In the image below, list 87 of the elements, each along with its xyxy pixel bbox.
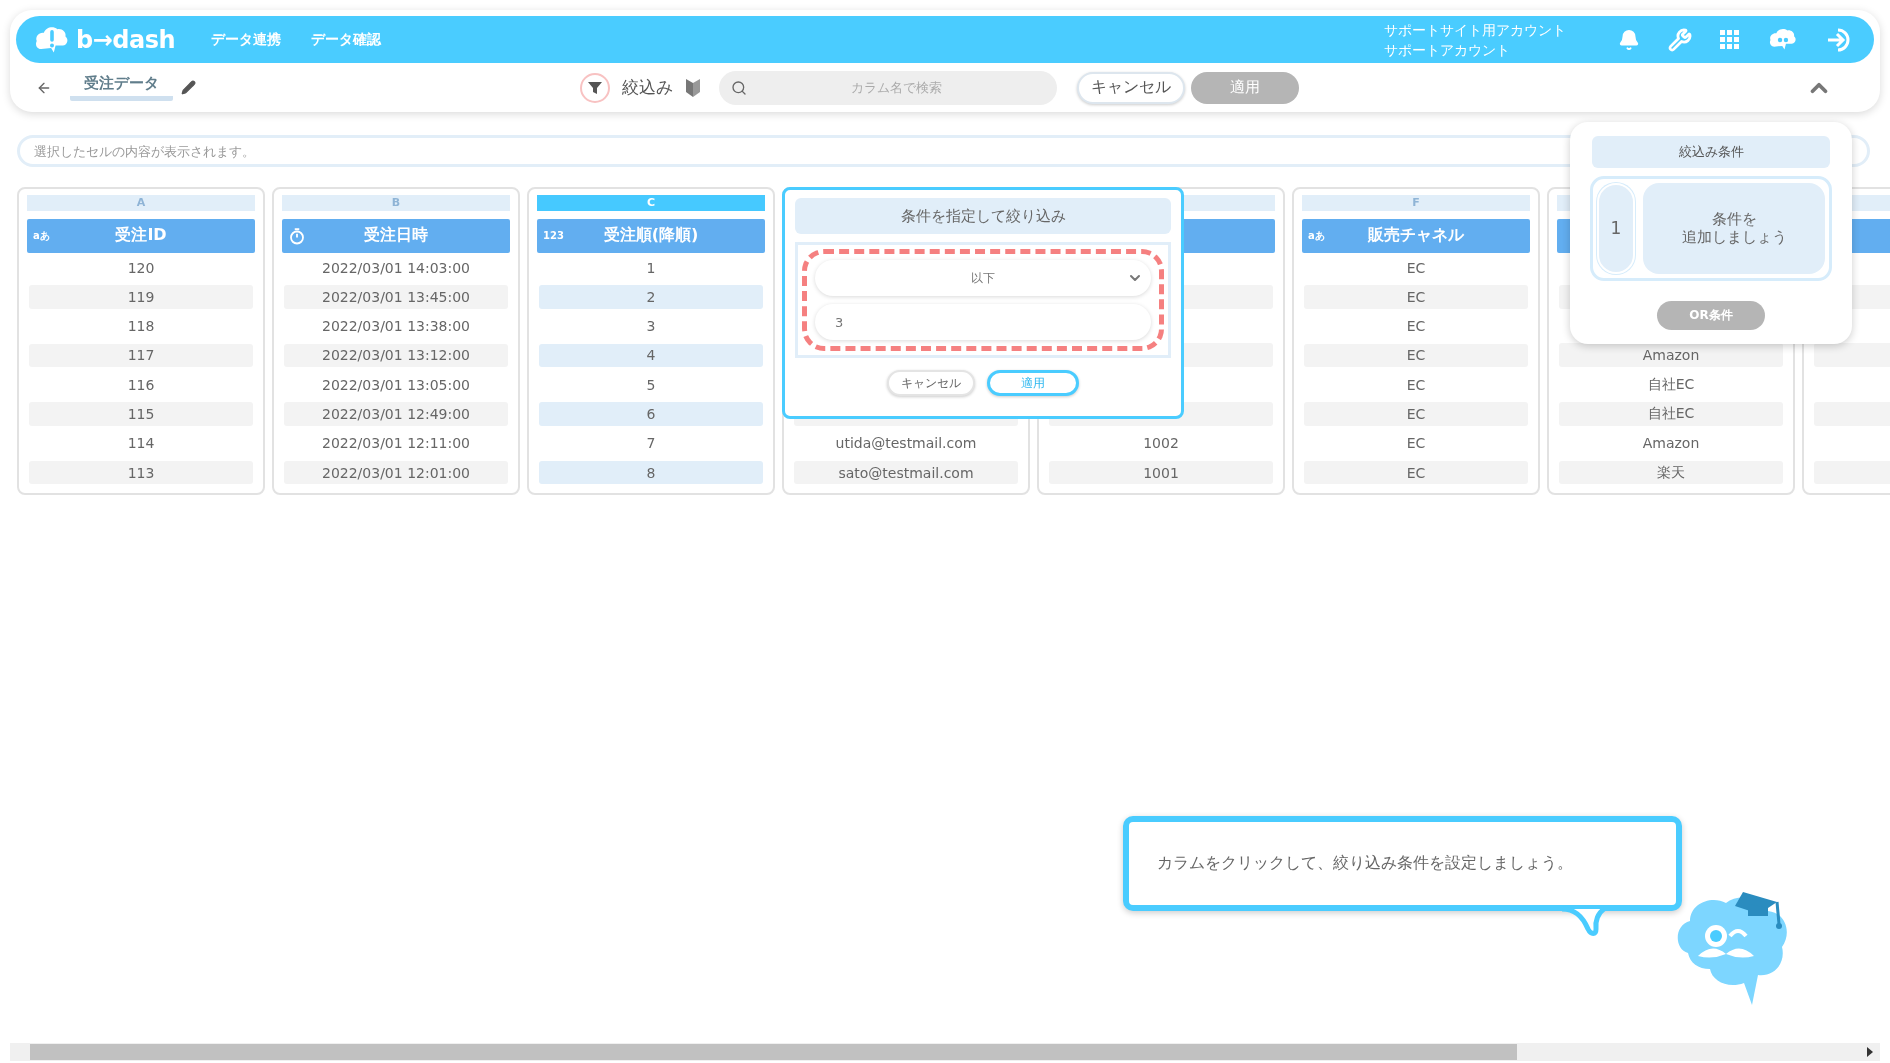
column-header[interactable]: aあ 受注ID — [27, 219, 255, 253]
column-header[interactable]: 123 受注順(降順) — [537, 219, 765, 253]
column-title: 受注日時 — [364, 225, 428, 247]
column-letter[interactable]: B — [282, 195, 510, 211]
search-input[interactable]: カラム名で検索 — [747, 79, 1045, 96]
table-cell: 2022/03/01 13:45:00 — [284, 285, 508, 309]
column-header[interactable]: 受注日時 — [282, 219, 510, 253]
table-cell-text: EC — [1405, 375, 1427, 395]
table-cell-text: 118 — [126, 317, 156, 337]
table-cell-text: utida@testmail.com — [834, 434, 978, 454]
apps-grid-icon[interactable] — [1720, 29, 1740, 50]
table-cell-text: 120 — [126, 258, 156, 278]
logo-text[interactable]: b→dash — [76, 25, 176, 54]
stopwatch-icon — [288, 226, 306, 245]
popup-title: 条件を指定して絞り込み — [795, 198, 1171, 234]
table-cell: 119 — [29, 285, 253, 309]
edit-icon[interactable] — [181, 80, 196, 95]
type-mark: 123 — [543, 230, 564, 242]
value-input[interactable]: 3 — [833, 313, 1133, 331]
table-cell-text: 1002 — [1142, 434, 1180, 454]
table-cell: 117 — [29, 343, 253, 368]
table-cell-text: 2022/03/01 13:38:00 — [321, 317, 471, 337]
table-cell: 2022/03/01 13:12:00 — [284, 343, 508, 368]
table-cell: 2 — [539, 285, 763, 309]
table-cell-text: 114 — [126, 434, 156, 454]
table-cell-text: 1 — [645, 258, 657, 278]
account-name: サポートアカウント — [1384, 40, 1511, 60]
scroll-thumb[interactable] — [30, 1044, 1517, 1060]
panel-title: 絞込み条件 — [1592, 136, 1830, 168]
table-cell: Amazon — [1559, 343, 1783, 368]
column-title: 受注順(降順) — [603, 225, 699, 247]
column-letter[interactable]: A — [27, 195, 255, 211]
notifications-icon[interactable] — [1618, 28, 1640, 51]
table-cell: 1001 — [1049, 460, 1273, 485]
filter-icon[interactable] — [580, 72, 610, 103]
table-cell-text: EC — [1405, 258, 1427, 278]
type-mark: aあ — [33, 228, 50, 243]
wrench-icon[interactable] — [1668, 27, 1692, 52]
type-mark: aあ — [1308, 228, 1325, 243]
table-cell-text: 7 — [645, 434, 657, 454]
table-cell-text: Amazon — [1641, 434, 1701, 454]
table-cell: 自社EC — [1559, 402, 1783, 426]
nav-link[interactable]: データ確認 — [311, 30, 382, 49]
cancel-button[interactable]: キャンセル — [1077, 71, 1185, 104]
table-cell: EC — [1304, 343, 1528, 368]
table-cell: 8 — [539, 460, 763, 485]
operator-select[interactable]: 以下 — [815, 260, 1151, 296]
table-cell: EC — [1304, 460, 1528, 485]
search-field[interactable]: カラム名で検索 — [719, 70, 1057, 105]
table-cell: EC — [1304, 402, 1528, 426]
table-cell-text: 2022/03/01 13:05:00 — [321, 375, 471, 395]
add-condition-button[interactable]: 条件を 追加しましょう — [1643, 182, 1825, 274]
table-cell-text: 2022/03/01 12:11:00 — [321, 434, 471, 454]
table-cell: 4 — [539, 343, 763, 368]
column-letter[interactable]: C — [537, 195, 765, 211]
apply-button[interactable]: 適用 — [987, 370, 1079, 396]
table-cell-text: 116 — [126, 375, 156, 395]
beginner-mark-icon[interactable] — [685, 77, 701, 98]
filter-label: 絞込み — [622, 76, 673, 99]
value-field[interactable]: 3 — [815, 304, 1151, 340]
table-cell: 楽天 — [1559, 460, 1783, 485]
table-title: 受注データ — [70, 74, 173, 101]
table-cell-text: 2022/03/01 14:03:00 — [321, 258, 471, 278]
table-cell-text: EC — [1405, 317, 1427, 337]
scroll-right-icon[interactable] — [1866, 1047, 1874, 1057]
account-name: サポートサイト用アカウント — [1384, 20, 1566, 40]
table-cell: sato@testmail.com — [794, 460, 1018, 485]
cancel-button[interactable]: キャンセル — [887, 370, 975, 396]
column-header[interactable]: aあ 販売チャネル — [1302, 219, 1530, 253]
table-cell-text: EC — [1405, 434, 1427, 454]
table-cell: 115 — [29, 402, 253, 426]
table-cell: 113 — [29, 460, 253, 485]
table-cell: 2022/03/01 12:49:00 — [284, 402, 508, 426]
nav-link[interactable]: データ連携 — [211, 30, 282, 49]
hint-text: カラムをクリックして、絞り込み条件を設定しましょう。 — [1157, 853, 1573, 874]
table-cell: 2022/03/01 12:01:00 — [284, 460, 508, 485]
column-title: 販売チャネル — [1368, 225, 1464, 247]
table-cell-text: 3 — [645, 317, 657, 337]
search-icon — [731, 79, 747, 96]
table-cell-text: 5 — [645, 375, 657, 395]
group-number: 1 — [1597, 182, 1635, 274]
table-cell: 6 — [539, 402, 763, 426]
table-cell-text: 自社EC — [1646, 374, 1696, 394]
column-title: 受注ID — [115, 225, 167, 247]
table-cell: EC — [1304, 285, 1528, 309]
column-letter[interactable]: F — [1302, 195, 1530, 211]
horizontal-scrollbar[interactable] — [10, 1043, 1880, 1061]
